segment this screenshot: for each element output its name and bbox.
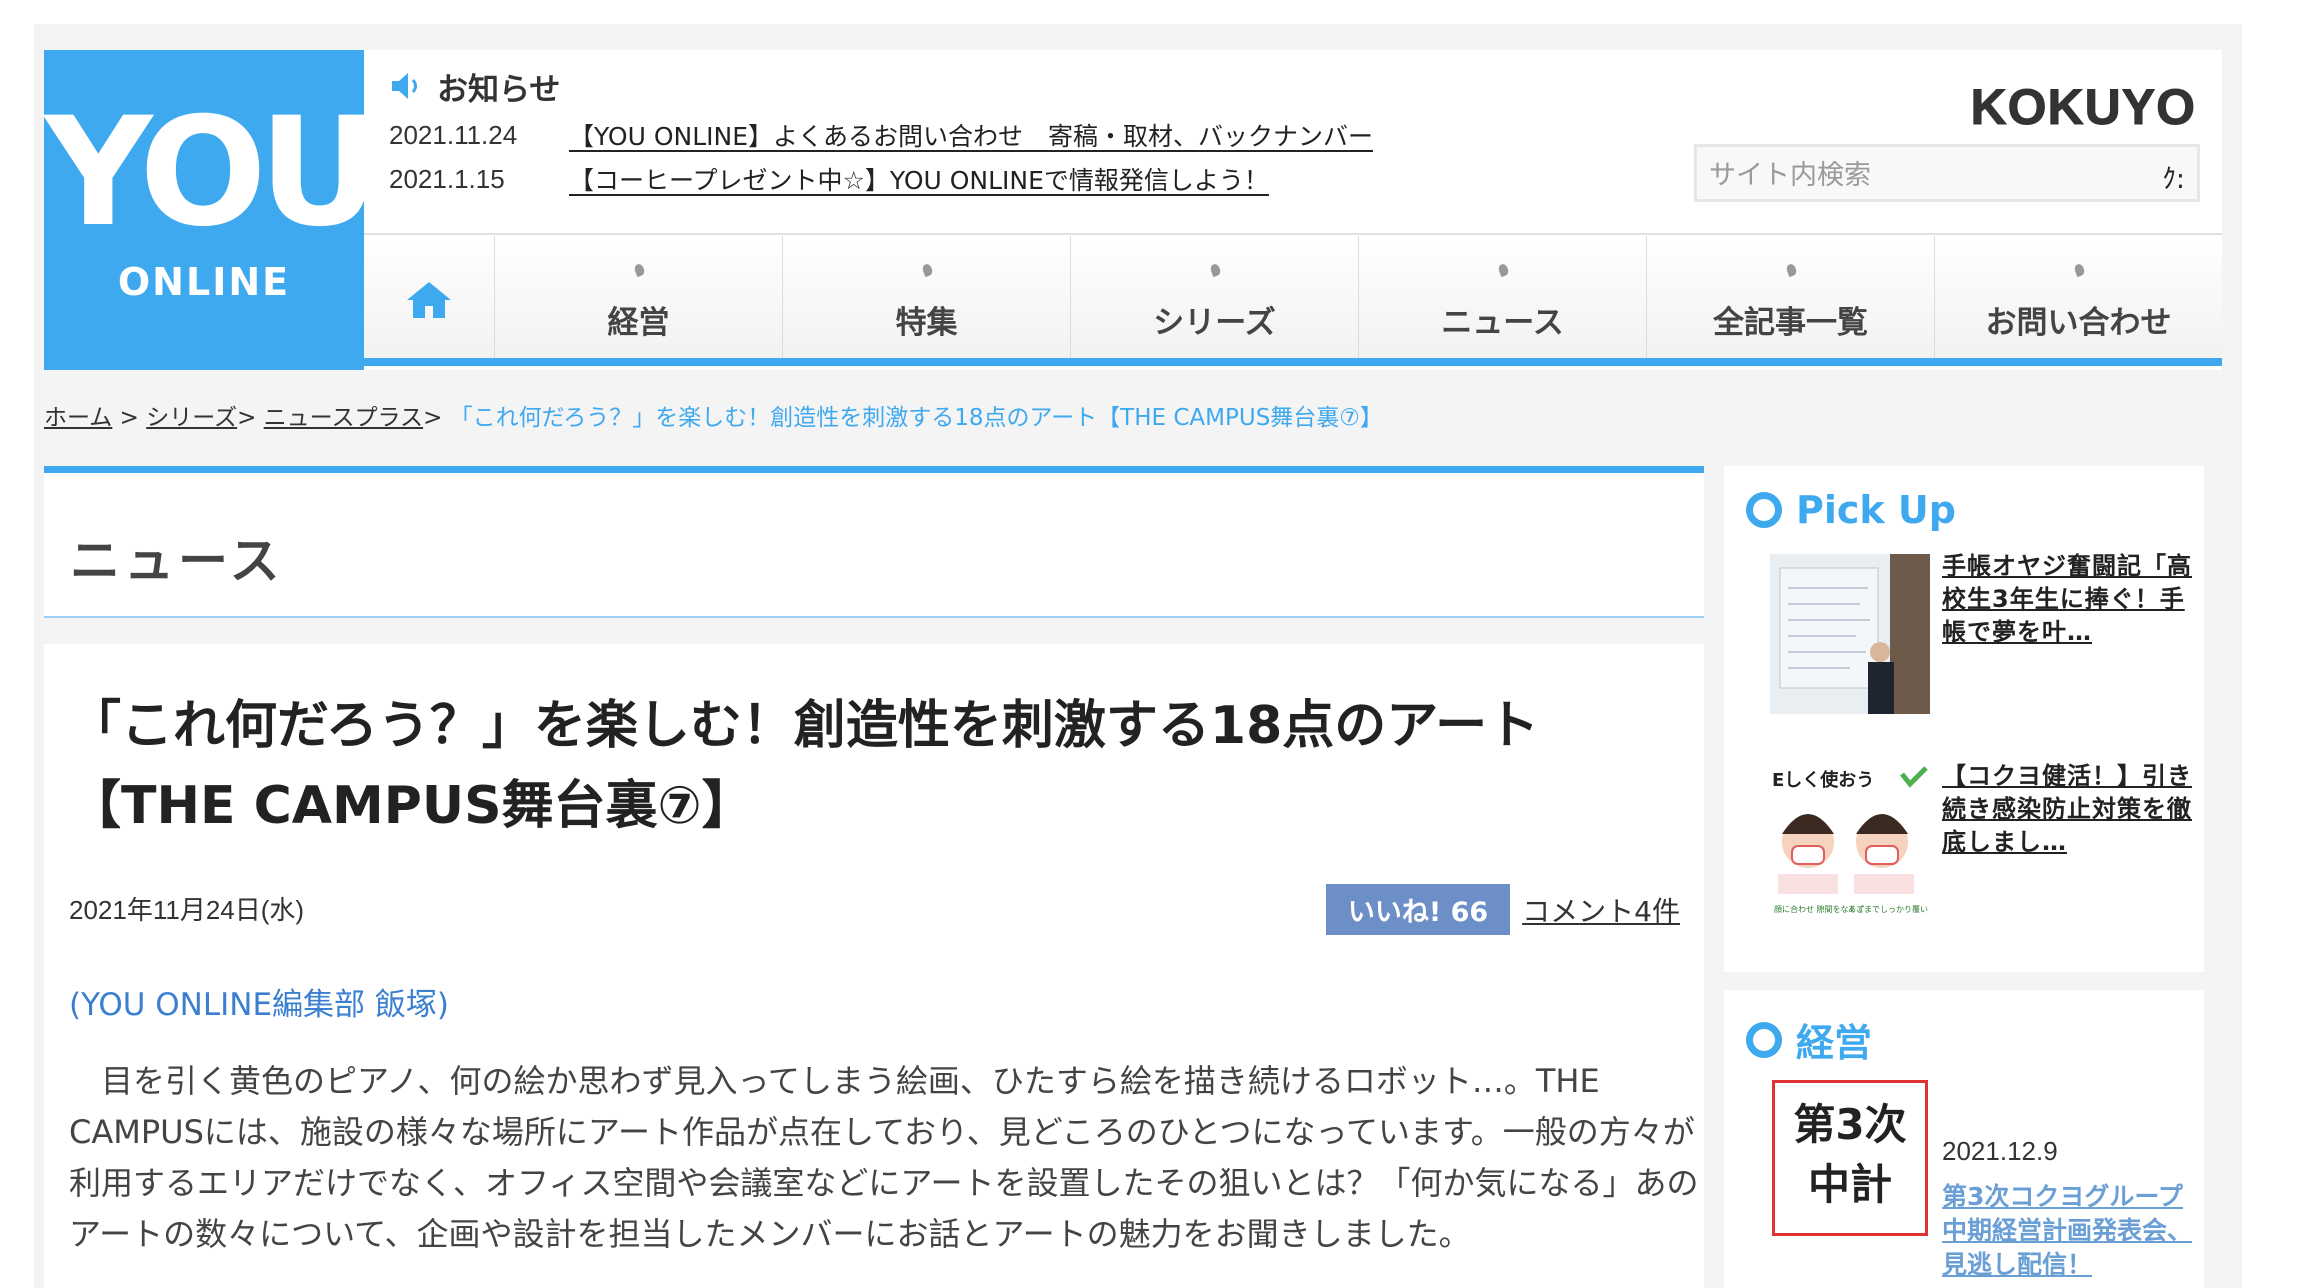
breadcrumb-separator: > (237, 405, 264, 431)
notice-link[interactable]: 【コーヒープレゼント中☆】YOU ONLINEで情報発信しよう！ (569, 161, 1269, 197)
breadcrumb-category[interactable]: ニュースプラス (264, 405, 423, 431)
article: 「これ何だろう？」を楽しむ！創造性を刺激する18点のアート【THE CAMPUS… (44, 644, 1704, 1288)
mask-illustration: Eしく使おう 顔に合わせ 隙間をなくす あごまでしっかり覆い 鼻をフィット (1770, 764, 1930, 924)
nav-label: 全記事一覧 (1713, 305, 1868, 341)
sidebar-keiei: 経営 第3次 中計 2021.12.9 第3次コクヨグループ中期経営計画発表会、… (1724, 990, 2204, 1288)
nav-item-tokushu[interactable]: 特集 (783, 236, 1071, 364)
nav-accent-bar (364, 358, 2222, 366)
keiei-title: 経営 (1796, 1021, 1873, 1065)
nav-item-keiei[interactable]: 経営 (495, 236, 783, 364)
nav-item-news[interactable]: ニュース (1359, 236, 1647, 364)
home-icon (407, 282, 451, 318)
keiei-badge-line: 中計 (1807, 1160, 1892, 1209)
ring-bullet-icon (1746, 492, 1782, 528)
logo-sub-text: ONLINE (117, 260, 291, 304)
pickup-heading: Pick Up (1746, 488, 1956, 532)
nav-marker-icon (632, 262, 646, 278)
nav-marker-icon (2072, 262, 2086, 278)
keiei-date: 2021.12.9 (1942, 1136, 2058, 1166)
keiei-heading: 経営 (1746, 1012, 1872, 1067)
nav-label: お問い合わせ (1985, 305, 2172, 341)
breadcrumb-separator: > (423, 405, 450, 431)
notice-date: 2021.11.24 (389, 119, 518, 150)
pickup-link[interactable]: 【コクヨ健活！】引き続き感染防止対策を徹底しまし… (1942, 760, 2192, 859)
illustration-caption: Eしく使おう (1772, 770, 1874, 791)
search-button[interactable]: ｸ: (2162, 157, 2185, 196)
article-lead: 目を引く黄色のピアノ、何の絵か思わず見入ってしまう絵画、ひたすら絵を描き続けるロ… (69, 1062, 1699, 1253)
you-online-logo[interactable]: YOU ONLINE (44, 50, 381, 370)
notice-heading: お知らせ (389, 64, 1639, 108)
notice-panel: お知らせ 2021.11.24 【YOU ONLINE】よくあるお問い合わせ 寄… (389, 64, 1639, 196)
pickup-title: Pick Up (1796, 488, 1956, 532)
illustration-note: あごまでしっかり覆い 鼻をフィット (1848, 904, 1930, 914)
nav-home-button[interactable] (364, 236, 495, 364)
site-header: YOU ONLINE お知らせ 2021.11.24 【YOU ONLINE】よ… (44, 50, 2222, 370)
nav-top-divider (364, 233, 2222, 235)
speaker-icon (392, 73, 417, 99)
breadcrumb-current: 「これ何だろう？」を楽しむ！創造性を刺激する18点のアート【THE CAMPUS… (449, 405, 1383, 431)
breadcrumb-series[interactable]: シリーズ (146, 405, 237, 431)
nav-label: 特集 (895, 305, 958, 341)
search-input[interactable] (1707, 151, 2141, 199)
nav-label: 経営 (607, 305, 670, 341)
breadcrumb: ホーム > シリーズ> ニュースプラス> 「これ何だろう？」を楽しむ！創造性を刺… (44, 398, 1383, 432)
sidebar-pickup: Pick Up 手帳オヤジ奮闘記「高校生3年生に捧ぐ！手帳で夢を叶… Eしく使お… (1724, 466, 2204, 972)
notice-item: 2021.11.24 【YOU ONLINE】よくあるお問い合わせ 寄稿・取材、… (389, 118, 1639, 152)
article-author: (YOU ONLINE編集部 飯塚) (69, 987, 450, 1023)
nav-item-contact[interactable]: お問い合わせ (1935, 236, 2222, 364)
section-title: ニュース (70, 532, 284, 590)
keiei-badge-line: 第3次 (1793, 1100, 1907, 1149)
notice-date: 2021.1.15 (389, 163, 505, 194)
nav-marker-icon (1784, 262, 1798, 278)
logo-main-text: YOU (44, 86, 381, 260)
site-search: ｸ: (1694, 144, 2200, 202)
notice-heading-label: お知らせ (437, 71, 561, 108)
nav-marker-icon (1496, 262, 1510, 278)
section-header: ニュース (44, 466, 1704, 618)
nav-label: ニュース (1441, 305, 1564, 341)
nav-marker-icon (920, 262, 934, 278)
seminar-photo (1770, 554, 1930, 714)
nav-item-all-articles[interactable]: 全記事一覧 (1647, 236, 1935, 364)
like-button[interactable]: いいね! 66 (1325, 884, 1511, 935)
breadcrumb-separator: > (112, 405, 147, 431)
keiei-thumbnail[interactable]: 第3次 中計 (1772, 1080, 1928, 1236)
comments-link[interactable]: コメント4件 (1522, 890, 1680, 930)
article-date: 2021年11月24日(水) (69, 895, 305, 925)
article-actions: いいね! 66 コメント4件 (1325, 884, 1680, 935)
pickup-thumbnail[interactable] (1770, 554, 1930, 714)
pickup-thumbnail[interactable]: Eしく使おう 顔に合わせ 隙間をなくす あごまでしっかり覆い 鼻をフィット (1770, 764, 1930, 924)
main-navigation: 経営 特集 シリーズ ニュース 全記事一覧 お問い合わせ (364, 236, 2222, 364)
nav-item-series[interactable]: シリーズ (1071, 236, 1359, 364)
breadcrumb-home[interactable]: ホーム (44, 405, 112, 431)
nav-marker-icon (1208, 262, 1222, 278)
notice-item: 2021.1.15 【コーヒープレゼント中☆】YOU ONLINEで情報発信しよ… (389, 162, 1639, 196)
nav-label: シリーズ (1153, 305, 1276, 341)
notice-link[interactable]: 【YOU ONLINE】よくあるお問い合わせ 寄稿・取材、バックナンバー (569, 117, 1373, 153)
article-title: 「これ何だろう？」を楽しむ！創造性を刺激する18点のアート【THE CAMPUS… (69, 696, 1540, 836)
ring-bullet-icon (1746, 1021, 1782, 1058)
keiei-link[interactable]: 第3次コクヨグループ中期経営計画発表会、見逃し配信！ (1942, 1180, 2192, 1282)
kokuyo-brand-logo[interactable]: KOKUYO (1970, 78, 2196, 136)
pickup-link[interactable]: 手帳オヤジ奮闘記「高校生3年生に捧ぐ！手帳で夢を叶… (1942, 550, 2192, 649)
